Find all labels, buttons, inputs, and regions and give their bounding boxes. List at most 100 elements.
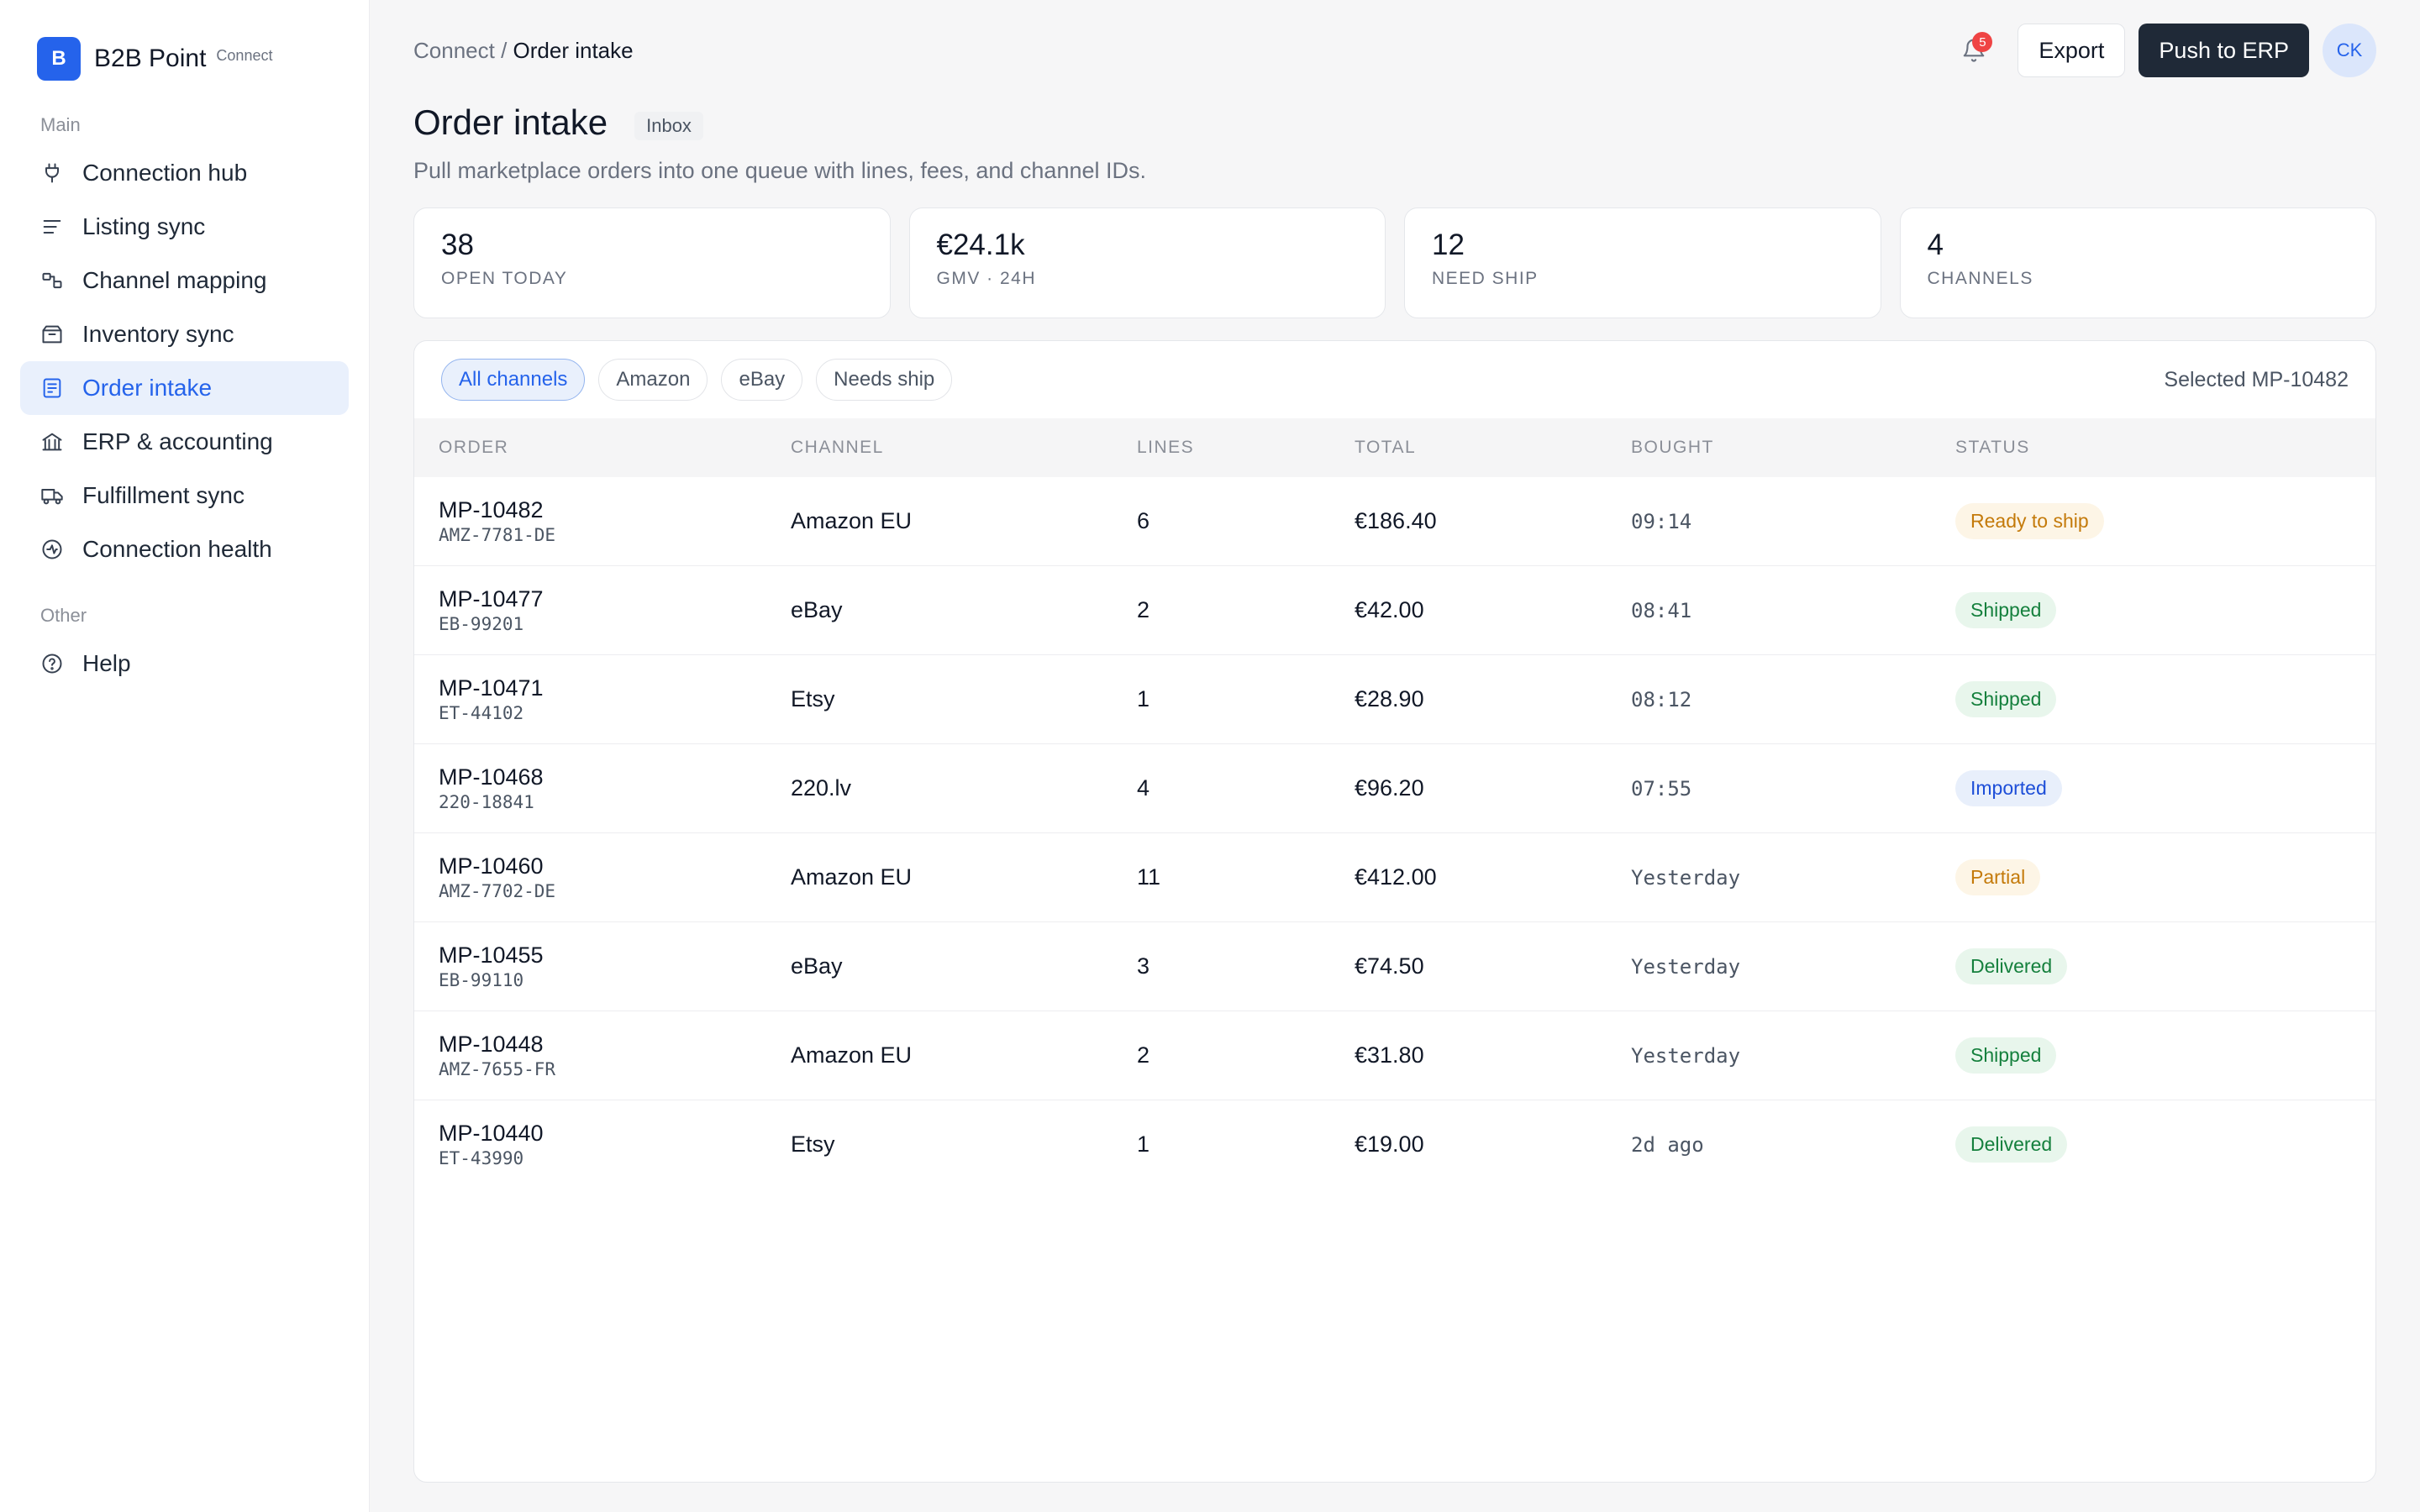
order-cell: MP-10448 AMZ-7655-FR (414, 1011, 790, 1100)
stat-label: OPEN TODAY (441, 269, 568, 288)
table-row[interactable]: MP-10471 ET-44102 Etsy 1 €28.90 08:12 Shipped (414, 654, 2375, 744)
export-button[interactable]: Export (2018, 24, 2126, 77)
brand[interactable]: B B2B Point Connect (20, 37, 349, 81)
mapping-icon (42, 272, 62, 289)
bought-cell: Yesterday (1630, 921, 1954, 1011)
channel-ref: ET-43990 (439, 1148, 524, 1168)
stat-card: 38 OPEN TODAY (413, 207, 891, 318)
orders-panel: All channels Amazon eBay Needs ship Selecte… (413, 340, 2376, 1483)
sidebar-item-help[interactable]: Help (20, 637, 349, 690)
sidebar-item-listing-sync[interactable]: Listing sync (20, 200, 349, 254)
bought-cell: 09:14 (1630, 477, 1954, 566)
table-row[interactable]: MP-10455 EB-99110 eBay 3 €74.50 Yesterday Deli… (414, 921, 2375, 1011)
brand-logo: B (37, 37, 81, 81)
sidebar-item-channel-mapping[interactable]: Channel mapping (20, 254, 349, 307)
page-subtitle: Pull marketplace orders into one queue w… (413, 158, 1147, 183)
channel-ref: AMZ-7655-FR (439, 1059, 556, 1079)
status-cell: Imported (1954, 743, 2375, 833)
table-row[interactable]: MP-10482 AMZ-7781-DE Amazon EU 6 €186.40 09:1… (414, 477, 2375, 566)
status-badge: Imported (1955, 770, 2062, 806)
box-icon (42, 325, 62, 344)
table-body: MP-10482 AMZ-7781-DE Amazon EU 6 €186.40 09:1… (414, 477, 2375, 1189)
order-icon (43, 378, 61, 398)
column-header-lines[interactable]: LINES (1136, 418, 1354, 477)
column-header-status[interactable]: STATUS (1954, 418, 2375, 477)
filter-chip-all-channels[interactable]: All channels (441, 359, 586, 401)
breadcrumb-parent[interactable]: Connect / (413, 38, 507, 63)
channel-cell: eBay (790, 565, 1136, 655)
table-row[interactable]: MP-10448 AMZ-7655-FR Amazon EU 2 €31.80 Yeste… (414, 1011, 2375, 1100)
channel-ref: EB-99201 (439, 614, 524, 634)
table-row[interactable]: MP-10468 220-18841 220.lv 4 €96.20 07:55 Impor… (414, 743, 2375, 833)
section-label-main: Main (40, 114, 81, 135)
push-to-erp-button[interactable]: Push to ERP (2139, 24, 2309, 77)
stat-value: 38 (441, 228, 474, 261)
status-cell: Ready to ship (1954, 477, 2375, 566)
stats-row: 38 OPEN TODAY €24.1k GMV · 24H 12 NEED SHIP 4 C… (413, 207, 2376, 318)
channel-cell: Amazon EU (790, 832, 1136, 922)
sidebar-nav-other: Help (20, 637, 349, 690)
total-cell: €28.90 (1354, 654, 1630, 744)
channel-ref: EB-99110 (439, 970, 524, 990)
column-header-order[interactable]: ORDER (414, 418, 790, 477)
filter-chips: All channels Amazon eBay Needs ship (441, 359, 953, 401)
filter-chip-needs-ship[interactable]: Needs ship (816, 359, 953, 401)
notifications-button[interactable]: 5 (1950, 27, 1997, 74)
order-id: MP-10468 (439, 764, 544, 790)
brand-sub: Connect (216, 47, 273, 64)
lines-cell: 2 (1136, 565, 1354, 655)
sidebar-item-inventory-sync[interactable]: Inventory sync (20, 307, 349, 361)
table-row[interactable]: MP-10460 AMZ-7702-DE Amazon EU 11 €412.00 Yes… (414, 832, 2375, 922)
orders-table: ORDER CHANNEL LINES TOTAL BOUGHT STATUS MP-10… (414, 418, 2375, 1189)
total-cell: €31.80 (1354, 1011, 1630, 1100)
stat-card: 4 CHANNELS (1899, 207, 2376, 318)
column-header-channel[interactable]: CHANNEL (790, 418, 1136, 477)
help-icon (42, 654, 62, 674)
lines-cell: 1 (1137, 1131, 1150, 1157)
bought-time: Yesterday (1631, 955, 1741, 979)
status-badge: Delivered (1955, 1126, 2068, 1163)
channel-ref: 220-18841 (439, 792, 534, 812)
table-row[interactable]: MP-10440 ET-43990 Etsy 1 €19.00 2d ago Deliver… (414, 1100, 2375, 1189)
order-cell: MP-10440 ET-43990 (414, 1100, 790, 1189)
sidebar-item-order-intake[interactable]: Order intake (20, 361, 349, 415)
column-header-bought[interactable]: BOUGHT (1630, 418, 1954, 477)
table-header: ORDER CHANNEL LINES TOTAL BOUGHT STATUS (414, 418, 2375, 477)
total-cell: €19.00 (1355, 1131, 1424, 1157)
stat-label: NEED SHIP (1432, 269, 1539, 288)
order-id: MP-10460 (439, 853, 544, 879)
status-cell: Delivered (1954, 921, 2375, 1011)
truck-icon (41, 489, 63, 505)
sidebar-item-fulfillment-sync[interactable]: Fulfillment sync (20, 469, 349, 522)
brand-name: B2B Point (94, 45, 207, 72)
total-cell: €412.00 (1354, 832, 1630, 922)
lines-cell: 1 (1136, 654, 1354, 744)
bought-time: 07:55 (1631, 777, 1692, 801)
stat-card: €24.1k GMV · 24H (908, 207, 1386, 318)
filter-chip-amazon[interactable]: Amazon (598, 359, 708, 401)
sidebar-item-label: Fulfillment sync (82, 482, 245, 508)
lines-cell: 6 (1136, 477, 1354, 566)
sidebar-item-label: Order intake (82, 375, 213, 401)
filter-chip-ebay[interactable]: eBay (721, 359, 803, 401)
order-id: MP-10482 (439, 497, 544, 522)
sidebar-item-connection-health[interactable]: Connection health (20, 522, 349, 576)
order-cell: MP-10455 EB-99110 (414, 921, 790, 1011)
order-id: MP-10448 (439, 1032, 544, 1057)
status-cell: Shipped (1954, 1011, 2375, 1100)
sidebar-item-connection-hub[interactable]: Connection hub (20, 146, 349, 200)
bought-cell: 2d ago (1630, 1100, 1954, 1189)
stat-card: 12 NEED SHIP (1404, 207, 1881, 318)
sidebar-item-erp-accounting[interactable]: ERP & accounting (20, 415, 349, 469)
total-cell: €74.50 (1354, 921, 1630, 1011)
avatar[interactable]: CK (2323, 24, 2376, 77)
stat-value: 4 (1927, 228, 1944, 261)
channel-cell: eBay (790, 921, 1136, 1011)
total-cell: €96.20 (1354, 743, 1630, 833)
bought-cell: Yesterday (1630, 832, 1954, 922)
column-header-total[interactable]: TOTAL (1354, 418, 1630, 477)
channel-cell: Etsy (791, 1131, 835, 1157)
total-cell: €42.00 (1354, 565, 1630, 655)
table-row[interactable]: MP-10477 EB-99201 eBay 2 €42.00 08:41 Shipped (414, 565, 2375, 655)
main-content: Connect / Order intake 5 Export Push to … (370, 0, 2420, 1512)
